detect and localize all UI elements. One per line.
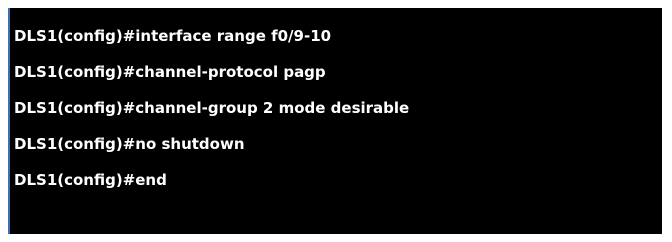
- terminal-line: DLS1(config)#interface range f0/9-10: [14, 27, 332, 45]
- terminal-output: DLS1(config)#interface range f0/9-10 DLS…: [14, 18, 409, 198]
- terminal-left-edge: [8, 8, 10, 234]
- screenshot-frame: DLS1(config)#interface range f0/9-10 DLS…: [0, 0, 672, 242]
- terminal-line: DLS1(config)#channel-group 2 mode desira…: [14, 99, 410, 117]
- terminal-line: DLS1(config)#no shutdown: [14, 135, 245, 153]
- terminal-line: DLS1(config)#channel-protocol pagp: [14, 63, 326, 81]
- terminal-line: DLS1(config)#end: [14, 171, 167, 189]
